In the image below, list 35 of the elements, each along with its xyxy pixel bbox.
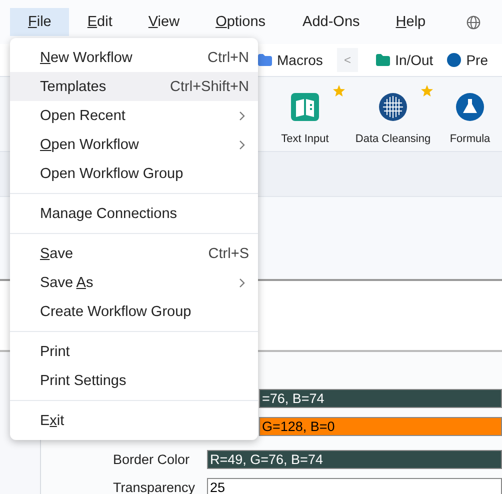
chevron-right-icon xyxy=(239,278,245,288)
menu-bar-item[interactable]: Help xyxy=(378,8,444,36)
category-tab[interactable]: In/Out xyxy=(395,52,434,68)
tool-label[interactable]: Data Cleansing xyxy=(355,133,431,145)
menu-item[interactable]: Open Recent xyxy=(10,101,258,130)
menu-bar-item[interactable]: Options xyxy=(198,8,284,36)
chevron-right-icon xyxy=(239,140,245,150)
book-icon[interactable] xyxy=(291,93,319,121)
menu-item[interactable]: Manage Connections xyxy=(10,199,258,228)
chevron-right-icon xyxy=(239,110,245,120)
property-label: Border Color xyxy=(113,452,191,466)
globe-icon[interactable] xyxy=(466,14,481,30)
menu-item[interactable]: Templates Ctrl+Shift+N xyxy=(10,72,258,101)
property-field[interactable]: R=49, G=76, B=74 xyxy=(207,450,502,468)
menu-bar-item[interactable]: File xyxy=(10,8,70,36)
property-field[interactable]: G=128, B=0 xyxy=(259,416,502,436)
menu-item[interactable]: Exit xyxy=(10,406,258,435)
menu-item[interactable]: Open Workflow xyxy=(10,130,258,159)
category-tab[interactable]: Macros xyxy=(277,52,323,68)
category-tab[interactable]: Pre xyxy=(466,52,488,68)
menu-bar-item[interactable]: View xyxy=(130,8,198,36)
menu-item[interactable]: Save As xyxy=(10,268,258,297)
menu-item[interactable]: New Workflow Ctrl+N xyxy=(10,43,258,72)
tool-label[interactable]: Formula xyxy=(450,133,490,145)
menu-item[interactable]: Print xyxy=(10,337,258,366)
tool-label[interactable]: Text Input xyxy=(281,133,329,145)
menu-bar-item[interactable]: Add-Ons xyxy=(284,8,378,36)
menu-bar-item[interactable]: Edit xyxy=(69,8,130,36)
globe-grid-icon[interactable] xyxy=(379,93,407,121)
property-field[interactable]: =76, B=74 xyxy=(259,388,502,408)
menu-item[interactable]: Save Ctrl+S xyxy=(10,239,258,268)
property-label: Transparency xyxy=(113,480,196,494)
property-field[interactable]: 25 xyxy=(207,478,502,494)
menu-item[interactable]: Print Settings xyxy=(10,366,258,395)
flask-icon[interactable] xyxy=(456,93,484,121)
